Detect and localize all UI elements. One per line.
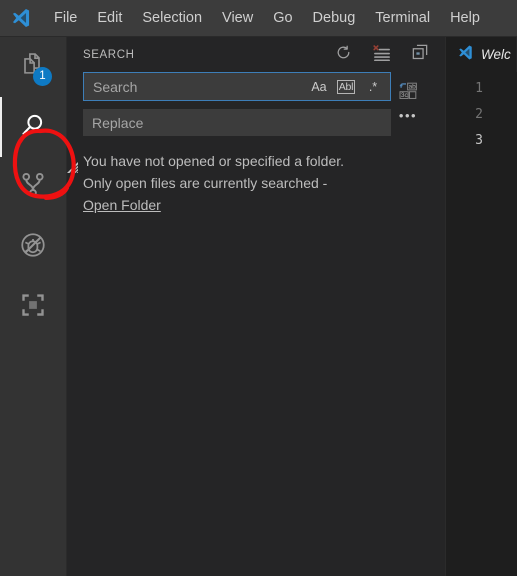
line-number-active: 3	[475, 133, 483, 148]
sidebar-resize-grabber[interactable]	[67, 160, 79, 174]
line-number-gutter: 1 2 3	[446, 72, 490, 576]
vscode-window: File Edit Selection View Go Debug Termin…	[0, 0, 517, 576]
search-side-buttons: ab 3c •••	[391, 72, 425, 124]
search-input[interactable]: Search Aa Abl .*	[83, 72, 391, 101]
search-input-toggles: Aa Abl .*	[308, 76, 386, 97]
menu-item-file[interactable]: File	[44, 7, 87, 29]
menu-bar: File Edit Selection View Go Debug Termin…	[44, 7, 490, 29]
editor-group: Welc 1 2 3	[445, 37, 517, 576]
line-number: 1	[475, 81, 483, 96]
match-case-label: Aa	[311, 79, 327, 94]
menu-item-edit[interactable]: Edit	[87, 7, 132, 29]
activity-item-debug[interactable]	[0, 217, 66, 277]
menu-item-go[interactable]: Go	[263, 7, 302, 29]
menu-item-view[interactable]: View	[212, 7, 263, 29]
search-icon	[18, 110, 48, 145]
sidebar-header: SEARCH	[67, 37, 445, 72]
activity-item-source-control[interactable]	[0, 157, 66, 217]
title-bar: File Edit Selection View Go Debug Termin…	[0, 0, 517, 37]
sidebar-title: SEARCH	[83, 48, 135, 61]
replace-input[interactable]: Replace	[83, 109, 391, 136]
activity-item-explorer[interactable]: 1	[0, 37, 66, 97]
workbench-body: 1 SEARCH Search Aa Abl .* Replace ab 3c …	[0, 37, 517, 576]
menu-item-selection[interactable]: Selection	[132, 7, 212, 29]
editor-tab-welcome[interactable]: Welc	[446, 37, 517, 72]
source-control-icon	[18, 170, 48, 205]
match-whole-word-label: Abl	[336, 79, 356, 94]
use-regex-label: .*	[368, 79, 378, 94]
svg-text:3c: 3c	[401, 92, 409, 99]
menu-item-help[interactable]: Help	[440, 7, 490, 29]
menu-item-debug[interactable]: Debug	[303, 7, 366, 29]
editor-tab-bar: Welc	[446, 37, 517, 72]
activity-item-search[interactable]	[0, 97, 66, 157]
search-input-placeholder: Search	[93, 78, 138, 95]
extensions-icon	[18, 290, 48, 325]
replace-all-icon[interactable]: ab 3c	[395, 78, 421, 104]
search-input-stack: Search Aa Abl .* Replace	[83, 72, 391, 144]
activity-item-extensions[interactable]	[0, 277, 66, 337]
vscode-logo-icon	[457, 44, 474, 66]
sidebar-actions	[335, 43, 429, 66]
match-whole-word-toggle[interactable]: Abl	[335, 76, 357, 97]
explorer-badge: 1	[33, 67, 52, 86]
editor-body: 1 2 3	[446, 72, 517, 576]
toggle-search-details-button[interactable]: •••	[395, 106, 421, 124]
menu-item-terminal[interactable]: Terminal	[365, 7, 440, 29]
search-input-row: Search Aa Abl .*	[83, 72, 391, 101]
line-number: 2	[475, 107, 483, 122]
clear-all-icon[interactable]	[372, 44, 391, 66]
open-folder-link[interactable]: Open Folder	[83, 197, 161, 213]
refresh-icon[interactable]	[335, 44, 352, 66]
search-widget: Search Aa Abl .* Replace ab 3c •••	[67, 72, 445, 174]
no-folder-message: You have not opened or specified a folde…	[67, 144, 445, 216]
editor-content[interactable]	[490, 72, 517, 576]
no-folder-message-line1: You have not opened or specified a folde…	[83, 153, 345, 169]
match-case-toggle[interactable]: Aa	[308, 76, 330, 97]
activity-bar: 1	[0, 37, 76, 576]
sidebar-search-view: SEARCH Search Aa Abl .* Replace ab 3c ••…	[67, 37, 445, 576]
new-search-editor-icon[interactable]	[411, 43, 429, 66]
editor-tab-label: Welc	[481, 47, 511, 62]
use-regex-toggle[interactable]: .*	[362, 76, 384, 97]
replace-input-placeholder: Replace	[92, 114, 144, 131]
no-folder-message-line2: Only open files are currently searched -	[83, 175, 328, 191]
vscode-logo-icon	[6, 4, 36, 32]
replace-input-row: Replace	[83, 109, 391, 136]
debug-no-icon	[18, 230, 48, 265]
